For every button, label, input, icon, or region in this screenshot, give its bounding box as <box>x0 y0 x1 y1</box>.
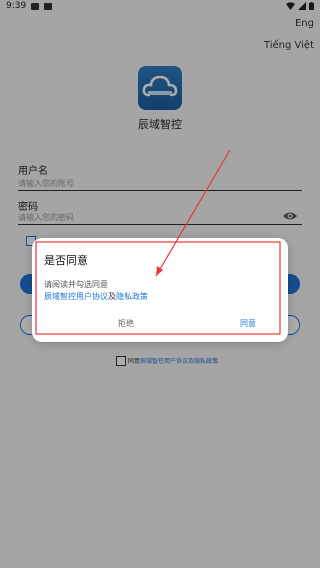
link-separator: 及 <box>108 292 116 301</box>
dialog-links: 辰域智控用户协议及隐私政策 <box>44 291 148 302</box>
consent-dialog: 是否同意 请阅读并勾选同意 辰域智控用户协议及隐私政策 拒绝 同意 <box>32 238 288 342</box>
dialog-message: 请阅读并勾选同意 <box>44 280 108 289</box>
agree-button[interactable]: 同意 <box>240 318 256 329</box>
user-agreement-link[interactable]: 辰域智控用户协议 <box>44 292 108 301</box>
dialog-title: 是否同意 <box>44 254 88 267</box>
privacy-policy-link[interactable]: 隐私政策 <box>116 292 148 301</box>
reject-button[interactable]: 拒绝 <box>118 318 134 329</box>
